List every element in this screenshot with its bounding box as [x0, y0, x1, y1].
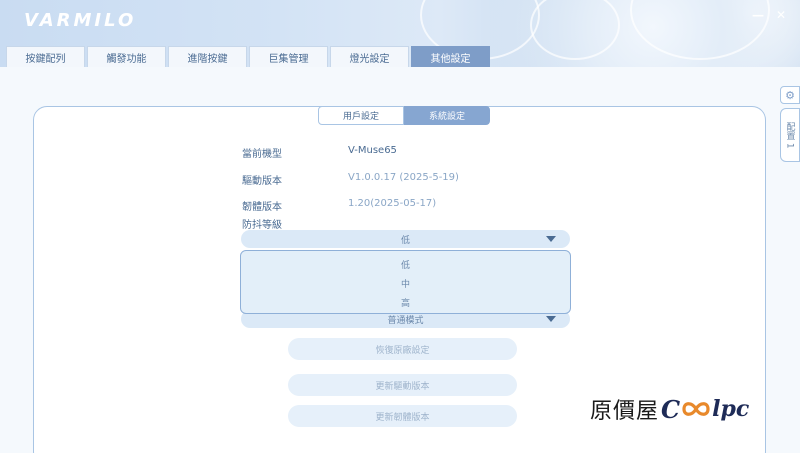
- subtab-system-settings[interactable]: 系統設定: [404, 106, 490, 125]
- dropdown-option-medium[interactable]: 中: [241, 277, 570, 290]
- tab-trigger[interactable]: 觸發功能: [87, 46, 166, 67]
- model-label: 當前機型: [242, 149, 282, 160]
- profile-label: 配置 1: [784, 121, 795, 149]
- debounce-select[interactable]: 低: [241, 230, 570, 248]
- mode-selected-value: 普通模式: [387, 315, 424, 326]
- model-value: V-Muse65: [348, 145, 397, 156]
- tab-macro[interactable]: 巨集管理: [249, 46, 328, 67]
- subtab-user-settings[interactable]: 用戶設定: [318, 106, 404, 125]
- tab-other-settings[interactable]: 其他設定: [411, 46, 490, 67]
- driver-version-label: 驅動版本: [242, 176, 282, 187]
- coolpc-watermark: 原價屋 C lpc: [590, 393, 749, 425]
- profile-selector[interactable]: 配置 1: [780, 108, 800, 162]
- firmware-version-label: 韌體版本: [242, 202, 282, 213]
- tab-key-layout[interactable]: 按鍵配列: [6, 46, 85, 67]
- chevron-down-icon: [546, 236, 556, 242]
- watermark-text: 原價屋: [590, 399, 660, 424]
- chevron-down-icon: [546, 316, 556, 322]
- minimize-button[interactable]: —: [752, 8, 764, 22]
- main-nav: 按鍵配列 觸發功能 進階按鍵 巨集管理 燈光設定 其他設定: [6, 46, 490, 67]
- update-firmware-button[interactable]: 更新韌體版本: [288, 405, 517, 427]
- dropdown-option-high[interactable]: 高: [241, 296, 570, 309]
- debounce-dropdown: 低 中 高: [240, 250, 571, 314]
- window-controls: — ✕: [752, 8, 786, 22]
- update-driver-button[interactable]: 更新驅動版本: [288, 374, 517, 396]
- watermark-brand-rest: lpc: [712, 396, 750, 422]
- dropdown-option-low[interactable]: 低: [241, 258, 570, 271]
- tab-lighting[interactable]: 燈光設定: [330, 46, 409, 67]
- debounce-label: 防抖等級: [242, 220, 282, 231]
- settings-subtabs: 用戶設定 系統設定: [318, 106, 490, 125]
- factory-reset-button[interactable]: 恢復原廠設定: [288, 338, 517, 360]
- tab-advanced-keys[interactable]: 進階按鍵: [168, 46, 247, 67]
- app-logo: VARMILO: [24, 10, 137, 31]
- gear-icon[interactable]: ⚙: [780, 86, 800, 104]
- close-button[interactable]: ✕: [776, 8, 786, 22]
- driver-version-value: V1.0.0.17 (2025-5-19): [348, 172, 459, 183]
- watermark-brand-c: C: [661, 394, 681, 424]
- infinity-logo-icon: [682, 402, 710, 416]
- debounce-selected-value: 低: [400, 235, 410, 246]
- firmware-version-value: 1.20(2025-05-17): [348, 198, 437, 209]
